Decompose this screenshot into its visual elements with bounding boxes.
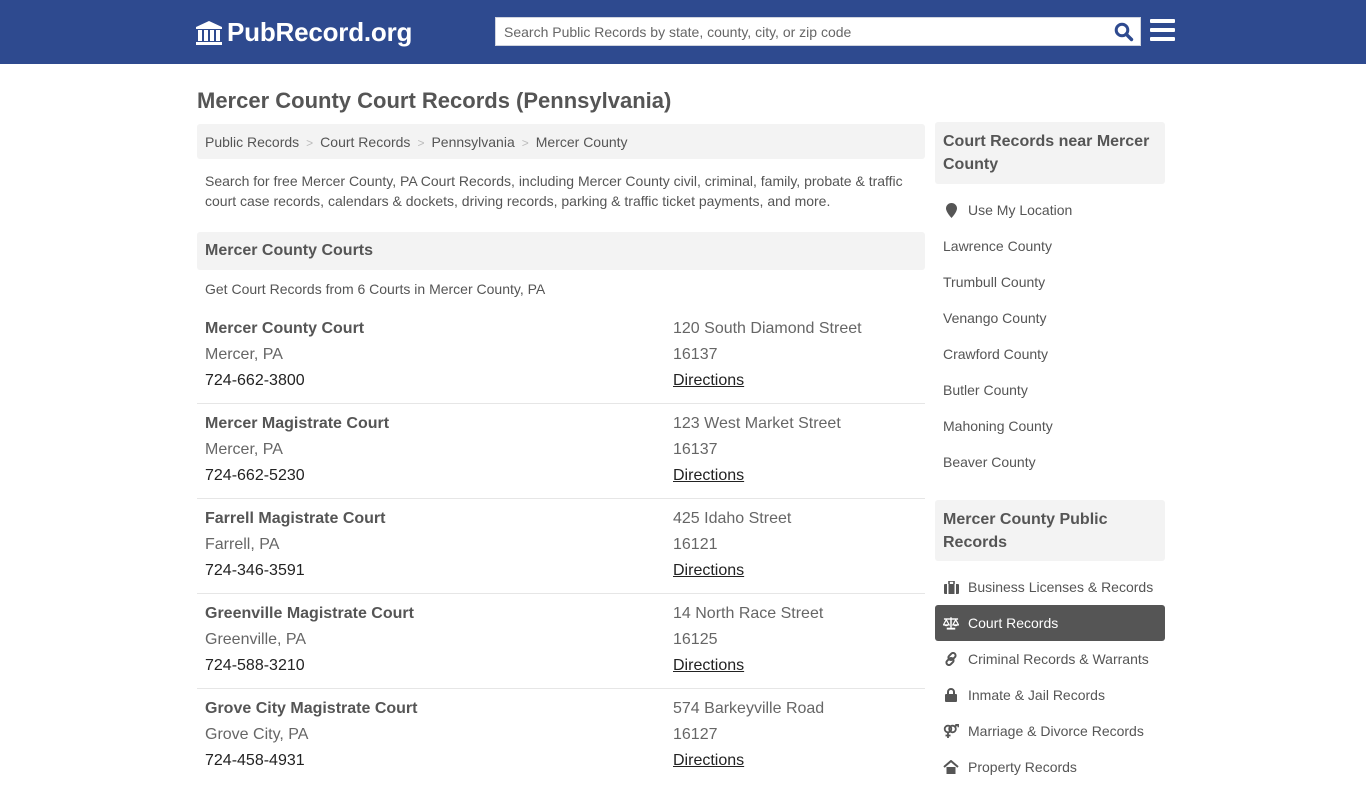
- nearby-heading: Court Records near Mercer County: [935, 122, 1165, 184]
- top-navbar: PubRecord.org: [0, 0, 1366, 64]
- directions-link[interactable]: Directions: [673, 467, 744, 484]
- nearby-county-link[interactable]: Mahoning County: [935, 408, 1165, 444]
- logo-text: PubRecord.org: [227, 17, 413, 47]
- breadcrumb-separator: >: [521, 136, 529, 150]
- court-zip: 16125: [673, 631, 718, 648]
- court-address: 425 Idaho Street: [673, 510, 792, 527]
- breadcrumb-separator: >: [417, 136, 425, 150]
- court-address: 120 South Diamond Street: [673, 320, 862, 337]
- scales-icon: [943, 615, 959, 631]
- court-address: 574 Barkeyville Road: [673, 700, 825, 717]
- sidebar-item-label: Marriage & Divorce Records: [968, 723, 1144, 739]
- sidebar-item-business-licenses[interactable]: Business Licenses & Records: [935, 569, 1165, 605]
- search-icon[interactable]: [1114, 22, 1134, 42]
- court-address: 14 North Race Street: [673, 605, 824, 622]
- page-title: Mercer County Court Records (Pennsylvani…: [197, 88, 672, 113]
- court-city: Mercer, PA: [205, 441, 283, 458]
- sidebar-item-criminal-records[interactable]: Criminal Records & Warrants: [935, 641, 1165, 677]
- sidebar-item-label: Court Records: [968, 615, 1059, 631]
- court-name[interactable]: Mercer Magistrate Court: [205, 414, 389, 440]
- use-my-location-label: Use My Location: [968, 202, 1073, 218]
- sidebar-item-label: Inmate & Jail Records: [968, 687, 1105, 703]
- breadcrumb-separator: >: [306, 136, 314, 150]
- sidebar-item-label: Criminal Records & Warrants: [968, 651, 1149, 667]
- sidebar-item-label: Property Records: [968, 759, 1077, 775]
- hamburger-menu-icon[interactable]: [1150, 19, 1175, 41]
- court-list-item: Grove City Magistrate Court Grove City, …: [197, 689, 925, 784]
- court-zip: 16121: [673, 536, 718, 553]
- court-list-item: Mercer Magistrate Court Mercer, PA 724-6…: [197, 404, 925, 499]
- court-name[interactable]: Greenville Magistrate Court: [205, 604, 414, 630]
- court-address: 123 West Market Street: [673, 415, 841, 432]
- court-city: Farrell, PA: [205, 536, 280, 553]
- intro-text: Search for free Mercer County, PA Court …: [205, 173, 903, 209]
- directions-link[interactable]: Directions: [673, 657, 744, 674]
- briefcase-icon: [943, 579, 959, 595]
- directions-link[interactable]: Directions: [673, 372, 744, 389]
- use-my-location-link[interactable]: Use My Location: [935, 192, 1165, 228]
- nearby-county-link[interactable]: Trumbull County: [935, 264, 1165, 300]
- map-marker-icon: [943, 202, 959, 218]
- court-name[interactable]: Farrell Magistrate Court: [205, 509, 385, 535]
- sidebar-item-marriage-divorce[interactable]: Marriage & Divorce Records: [935, 713, 1165, 749]
- court-phone[interactable]: 724-458-4931: [205, 751, 417, 777]
- court-city: Grove City, PA: [205, 726, 309, 743]
- breadcrumb-pennsylvania[interactable]: Pennsylvania: [431, 134, 514, 150]
- public-records-list: Business Licenses & Records Court Record…: [935, 569, 1165, 785]
- nearby-county-link[interactable]: Butler County: [935, 372, 1165, 408]
- court-list-item: Greenville Magistrate Court Greenville, …: [197, 594, 925, 689]
- court-phone[interactable]: 724-662-3800: [205, 371, 364, 397]
- nearby-county-link[interactable]: Lawrence County: [935, 228, 1165, 264]
- breadcrumb: Public Records > Court Records > Pennsylvani…: [197, 124, 925, 159]
- court-list-item: Farrell Magistrate Court Farrell, PA 724…: [197, 499, 925, 594]
- court-list-item: Mercer County Court Mercer, PA 724-662-3…: [197, 309, 925, 404]
- breadcrumb-public-records[interactable]: Public Records: [205, 134, 299, 150]
- court-phone[interactable]: 724-346-3591: [205, 561, 385, 587]
- court-zip: 16127: [673, 726, 718, 743]
- breadcrumb-mercer-county[interactable]: Mercer County: [536, 134, 628, 150]
- site-logo[interactable]: PubRecord.org: [195, 17, 412, 48]
- court-city: Greenville, PA: [205, 631, 307, 648]
- courts-section-heading: Mercer County Courts: [197, 232, 925, 270]
- search-box: [495, 17, 1141, 46]
- court-zip: 16137: [673, 441, 718, 458]
- sidebar-item-property-records[interactable]: Property Records: [935, 749, 1165, 785]
- breadcrumb-court-records[interactable]: Court Records: [320, 134, 410, 150]
- nearby-county-link[interactable]: Venango County: [935, 300, 1165, 336]
- nearby-county-link[interactable]: Crawford County: [935, 336, 1165, 372]
- directions-link[interactable]: Directions: [673, 562, 744, 579]
- venus-mars-icon: [943, 723, 959, 739]
- public-records-heading: Mercer County Public Records: [935, 500, 1165, 561]
- court-phone[interactable]: 724-662-5230: [205, 466, 389, 492]
- directions-link[interactable]: Directions: [673, 752, 744, 769]
- court-zip: 16137: [673, 346, 718, 363]
- court-phone[interactable]: 724-588-3210: [205, 656, 414, 682]
- sidebar-item-court-records[interactable]: Court Records: [935, 605, 1165, 641]
- search-input[interactable]: [496, 18, 1106, 45]
- lock-icon: [943, 687, 959, 703]
- court-name[interactable]: Mercer County Court: [205, 319, 364, 345]
- sidebar-item-label: Business Licenses & Records: [968, 579, 1154, 595]
- court-city: Mercer, PA: [205, 346, 283, 363]
- nearby-county-link[interactable]: Beaver County: [935, 444, 1165, 480]
- courts-section-subheading: Get Court Records from 6 Courts in Merce…: [205, 281, 546, 297]
- courthouse-icon: [196, 20, 222, 45]
- court-list: Mercer County Court Mercer, PA 724-662-3…: [197, 309, 925, 784]
- home-icon: [943, 759, 959, 775]
- court-name[interactable]: Grove City Magistrate Court: [205, 699, 417, 725]
- sidebar-item-inmate-records[interactable]: Inmate & Jail Records: [935, 677, 1165, 713]
- nearby-list: Use My Location Lawrence County Trumbull…: [935, 192, 1165, 480]
- link-icon: [943, 651, 959, 667]
